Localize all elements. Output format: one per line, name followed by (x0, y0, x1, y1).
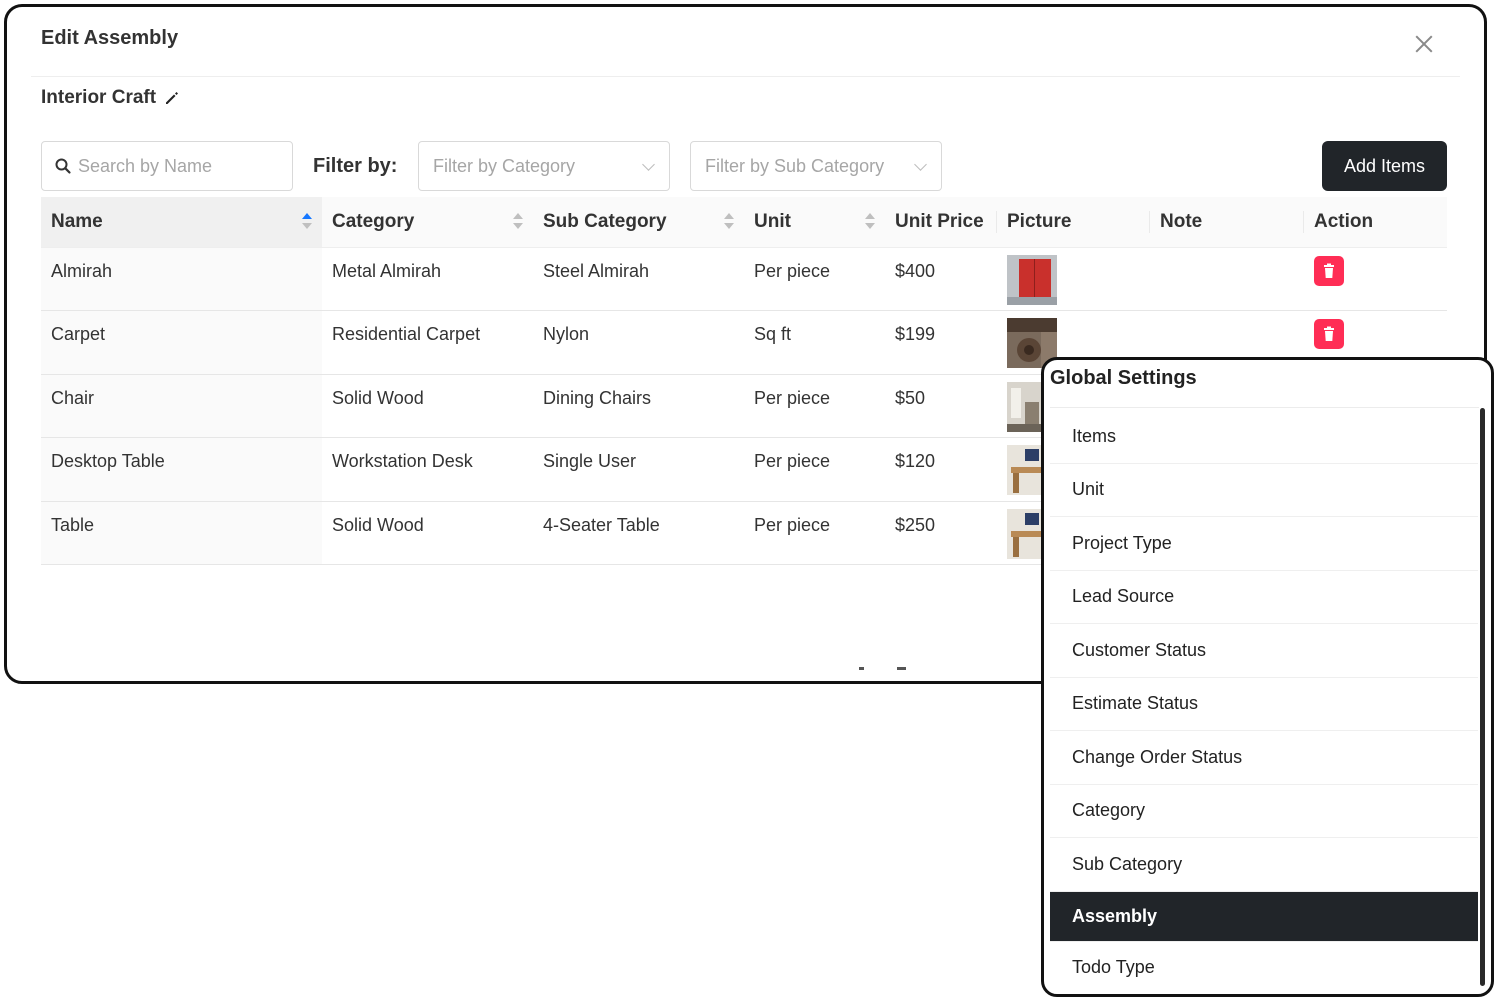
settings-item-items[interactable]: Items (1050, 410, 1478, 464)
trash-icon (1324, 326, 1334, 341)
cell-sub-category: Single User (533, 437, 744, 502)
settings-item-category[interactable]: Category (1050, 785, 1478, 838)
sort-icon[interactable] (513, 213, 523, 231)
chevron-down-icon (914, 158, 927, 171)
global-settings-title: Global Settings (1050, 367, 1197, 389)
cell-name: Almirah (41, 247, 322, 311)
column-header-label: Name (51, 210, 103, 232)
column-header-unit[interactable]: Unit (744, 197, 885, 248)
column-header-unit-price: Unit Price (885, 197, 997, 248)
settings-item-lead-source[interactable]: Lead Source (1050, 571, 1478, 624)
cell-picture (997, 247, 1150, 311)
background-mark (897, 667, 906, 670)
cell-name: Table (41, 501, 322, 565)
search-icon (55, 158, 71, 174)
sort-icon[interactable] (724, 213, 734, 231)
column-header-label: Picture (1007, 210, 1072, 232)
cell-name: Desktop Table (41, 437, 322, 502)
cell-unit: Per piece (744, 247, 885, 311)
pencil-icon[interactable] (164, 90, 180, 106)
category-filter-placeholder: Filter by Category (433, 155, 576, 176)
column-header-label: Unit (754, 210, 791, 232)
column-header-name[interactable]: Name (41, 197, 322, 248)
column-header-action: Action (1304, 197, 1447, 248)
global-settings-panel: Global Settings Items Unit Project Type … (1041, 357, 1494, 997)
table-header-row: Name Category Sub Category Unit Unit Pri… (41, 197, 1447, 248)
cell-unit-price: $50 (885, 374, 997, 438)
category-filter-select[interactable]: Filter by Category (418, 141, 670, 191)
cell-sub-category: Nylon (533, 310, 744, 375)
cell-unit: Per piece (744, 374, 885, 438)
subcategory-filter-select[interactable]: Filter by Sub Category (690, 141, 942, 191)
close-icon[interactable] (1414, 34, 1434, 54)
settings-item-project-type[interactable]: Project Type (1050, 517, 1478, 571)
add-items-button[interactable]: Add Items (1322, 141, 1447, 191)
filter-label: Filter by: (313, 155, 398, 177)
cell-category: Solid Wood (322, 501, 533, 565)
almirah-thumbnail[interactable] (1007, 254, 1057, 305)
cell-category: Residential Carpet (322, 310, 533, 375)
column-header-label: Sub Category (543, 210, 667, 232)
cell-category: Solid Wood (322, 374, 533, 438)
sort-icon[interactable] (302, 213, 312, 231)
subcategory-filter-placeholder: Filter by Sub Category (705, 155, 885, 176)
settings-item-todo-type[interactable]: Todo Type (1050, 942, 1478, 995)
settings-item-sub-category[interactable]: Sub Category (1050, 838, 1478, 892)
settings-item-unit[interactable]: Unit (1050, 464, 1478, 517)
column-header-note: Note (1150, 197, 1304, 248)
delete-button[interactable] (1314, 319, 1344, 349)
cell-sub-category: Dining Chairs (533, 374, 744, 438)
settings-item-customer-status[interactable]: Customer Status (1050, 624, 1478, 678)
cell-note (1150, 247, 1304, 311)
column-header-label: Category (332, 210, 415, 232)
cell-name: Carpet (41, 310, 322, 375)
settings-divider (1050, 407, 1479, 408)
search-box[interactable] (41, 141, 293, 191)
cell-unit: Sq ft (744, 310, 885, 375)
header-divider (31, 76, 1460, 77)
settings-item-estimate-status[interactable]: Estimate Status (1050, 678, 1478, 731)
column-header-sub-category[interactable]: Sub Category (533, 197, 744, 248)
delete-button[interactable] (1314, 255, 1344, 286)
column-header-label: Unit Price (895, 210, 984, 232)
column-header-picture: Picture (997, 197, 1150, 248)
cell-unit-price: $120 (885, 437, 997, 502)
cell-name: Chair (41, 374, 322, 438)
column-header-label: Action (1314, 210, 1374, 232)
cell-sub-category: Steel Almirah (533, 247, 744, 311)
settings-item-assembly[interactable]: Assembly (1050, 891, 1478, 942)
trash-icon (1324, 263, 1334, 278)
background-mark (859, 667, 864, 670)
chevron-down-icon (642, 158, 655, 171)
cell-category: Metal Almirah (322, 247, 533, 311)
project-name-row: Interior Craft (41, 87, 180, 109)
scrollbar[interactable] (1480, 408, 1485, 986)
cell-unit-price: $199 (885, 310, 997, 375)
cell-category: Workstation Desk (322, 437, 533, 502)
search-input[interactable] (78, 155, 278, 177)
column-header-label: Note (1160, 210, 1203, 232)
cell-unit-price: $400 (885, 247, 997, 311)
settings-menu: Items Unit Project Type Lead Source Cust… (1050, 410, 1478, 995)
project-name: Interior Craft (41, 87, 157, 108)
modal-title: Edit Assembly (41, 27, 179, 49)
cell-unit: Per piece (744, 437, 885, 502)
settings-item-change-order-status[interactable]: Change Order Status (1050, 731, 1478, 785)
column-header-category[interactable]: Category (322, 197, 533, 248)
cell-unit: Per piece (744, 501, 885, 565)
sort-icon[interactable] (865, 213, 875, 231)
cell-action (1304, 247, 1447, 311)
cell-unit-price: $250 (885, 501, 997, 565)
cell-sub-category: 4-Seater Table (533, 501, 744, 565)
table-row: Almirah Metal Almirah Steel Almirah Per … (41, 247, 1447, 311)
